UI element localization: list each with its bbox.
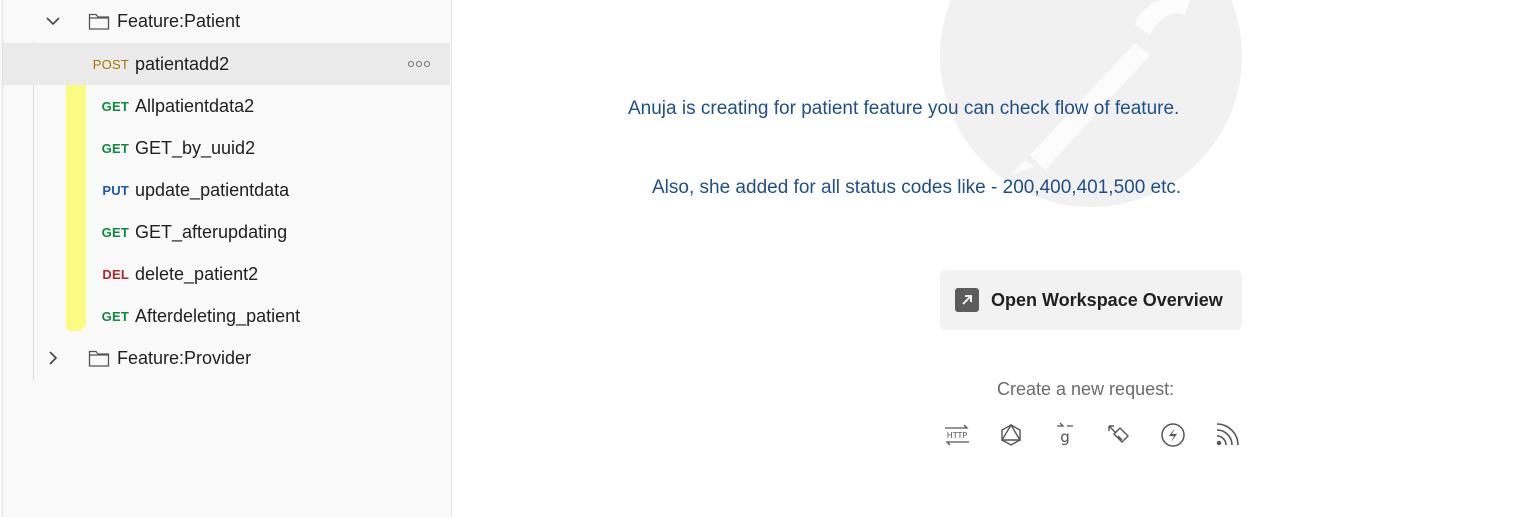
folder-label: Feature:Patient [117, 10, 241, 31]
folder-icon [88, 11, 110, 31]
method-badge: POST [92, 56, 129, 72]
request-label: Afterdeleting_patient [135, 305, 301, 326]
workspace-main: Anuja is creating for patient feature yo… [452, 0, 1533, 517]
request-row[interactable]: PUT update_patientdata [3, 169, 450, 211]
request-label: Allpatientdata2 [135, 95, 255, 116]
request-row[interactable]: DEL delete_patient2 [3, 253, 450, 295]
external-link-icon [955, 288, 979, 312]
request-label: delete_patient2 [135, 263, 259, 284]
method-badge: GET [101, 140, 129, 156]
socketio-icon[interactable] [1158, 420, 1188, 450]
folder-label: Feature:Provider [117, 347, 252, 368]
folder-row-patient[interactable]: Feature:Patient [3, 0, 450, 42]
request-row[interactable]: GET GET_afterupdating [3, 211, 450, 253]
request-row[interactable]: GET GET_by_uuid2 [3, 127, 450, 169]
request-label: GET_by_uuid2 [135, 137, 256, 158]
more-options-icon[interactable] [408, 59, 432, 69]
overview-button-label: Open Workspace Overview [991, 289, 1223, 310]
sidebar: Feature:Patient POST patientadd2 GET All… [0, 0, 452, 517]
request-label: update_patientdata [135, 179, 290, 200]
chevron-down-icon[interactable] [43, 11, 63, 31]
websocket-icon[interactable] [1104, 420, 1134, 450]
request-row[interactable]: GET Afterdeleting_patient [3, 295, 450, 337]
method-badge: DEL [102, 266, 129, 282]
request-label: GET_afterupdating [135, 221, 288, 242]
folder-row-provider[interactable]: Feature:Provider [3, 337, 450, 379]
request-label: patientadd2 [135, 53, 230, 74]
method-badge: PUT [102, 182, 129, 198]
method-badge: GET [101, 98, 129, 114]
grpc-icon[interactable]: g [1050, 420, 1080, 450]
create-request-label: Create a new request: [997, 379, 1175, 399]
request-row[interactable]: GET Allpatientdata2 [3, 85, 450, 127]
svg-text:g: g [1060, 428, 1070, 446]
workspace-description-line1: Anuja is creating for patient feature yo… [628, 98, 1180, 119]
graphql-icon[interactable] [996, 420, 1026, 450]
open-workspace-overview-button[interactable]: Open Workspace Overview [940, 270, 1242, 330]
http-icon[interactable]: HTTP [942, 420, 972, 450]
svg-text:HTTP: HTTP [947, 431, 968, 440]
request-row[interactable]: POST patientadd2 [3, 43, 450, 85]
request-type-icons: HTTP g [942, 420, 1242, 450]
method-badge: GET [101, 224, 129, 240]
chevron-right-icon[interactable] [43, 348, 63, 368]
method-badge: GET [101, 308, 129, 324]
folder-icon [88, 348, 110, 368]
workspace-description-line2: Also, she added for all status codes lik… [652, 177, 1182, 198]
mqtt-icon[interactable] [1212, 420, 1242, 450]
